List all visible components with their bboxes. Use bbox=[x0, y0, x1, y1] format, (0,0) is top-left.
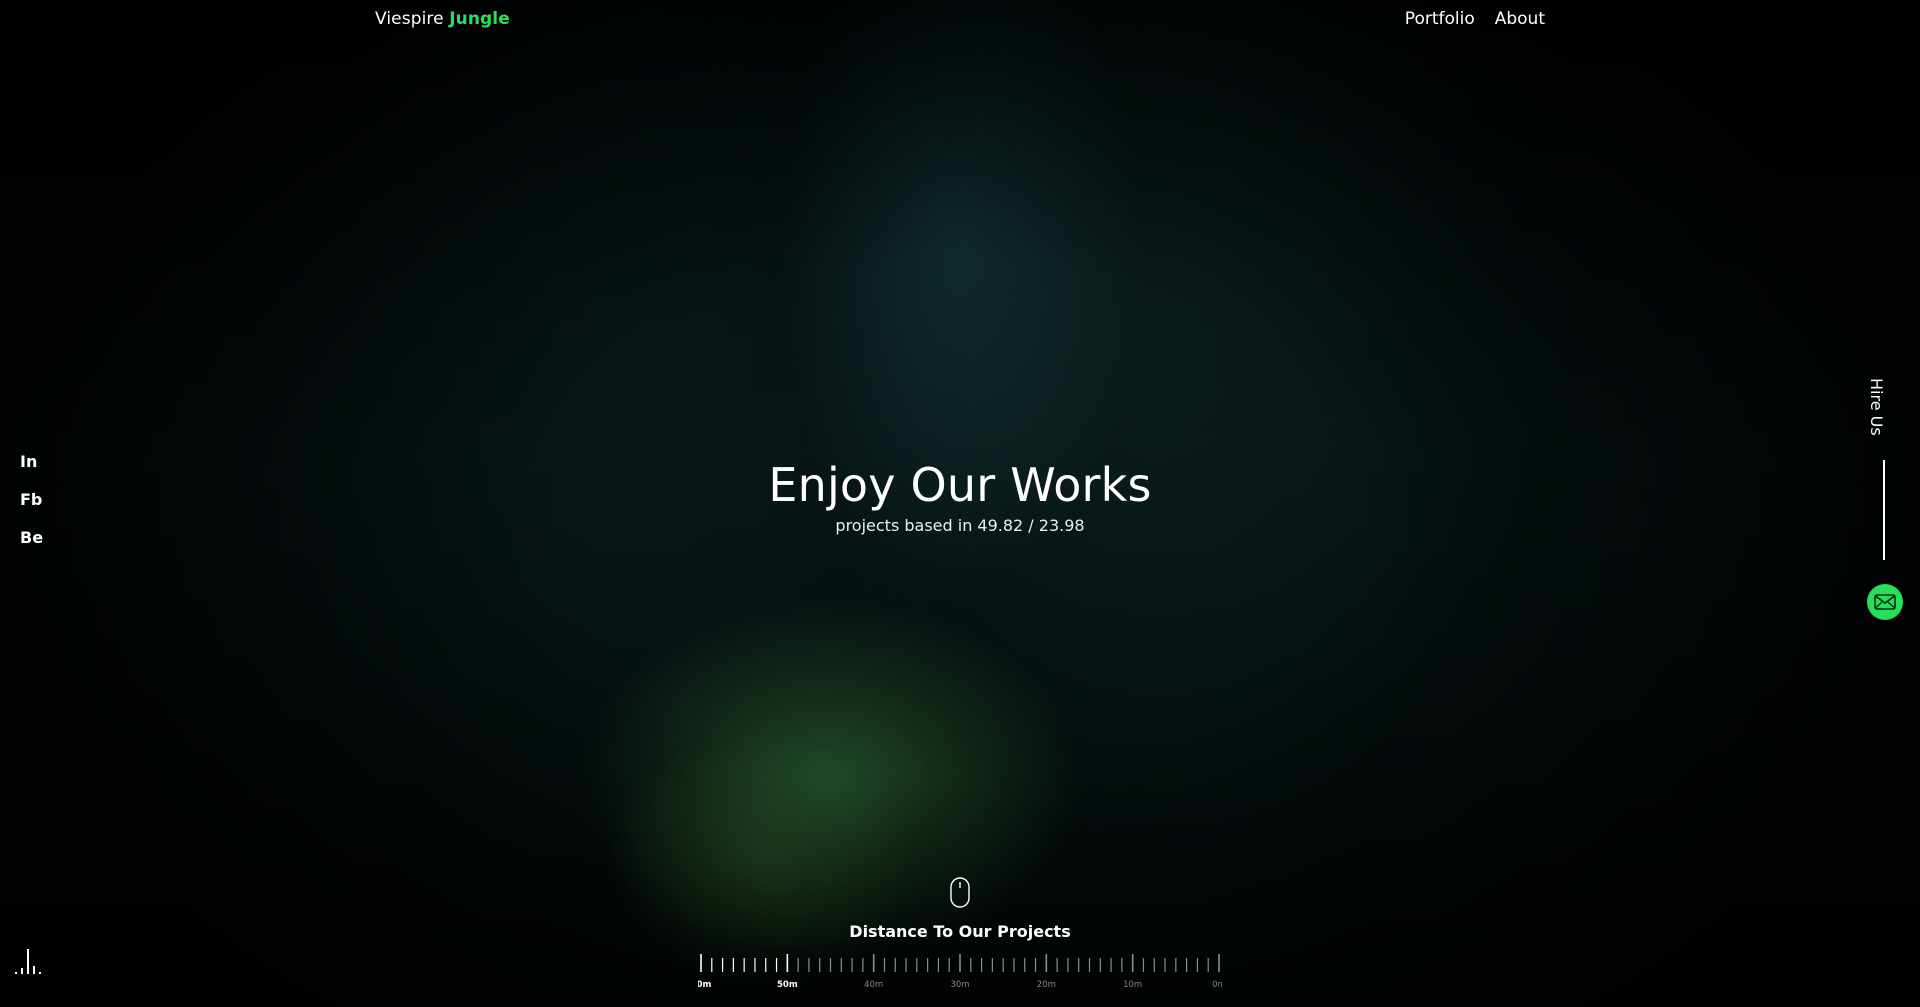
ruler-label: 20m bbox=[1037, 980, 1056, 990]
brand-name: Viespire bbox=[375, 9, 444, 29]
mail-icon bbox=[1874, 594, 1896, 610]
ruler-label: 0m bbox=[1212, 980, 1222, 990]
hire-us-line bbox=[1883, 460, 1885, 560]
hero-subtitle: projects based in 49.82 / 23.98 bbox=[835, 515, 1085, 535]
hero: Enjoy Our Works projects based in 49.82 … bbox=[0, 460, 1920, 535]
brand-logo[interactable]: Viespire Jungle bbox=[375, 9, 510, 29]
ruler-label: 50m bbox=[777, 980, 798, 990]
distance-label: Distance To Our Projects bbox=[849, 922, 1071, 941]
hire-us-link[interactable]: Hire Us bbox=[1866, 378, 1906, 562]
mouse-icon[interactable] bbox=[950, 877, 970, 908]
ruler-label: 30m bbox=[950, 980, 969, 990]
ruler-label: 40m bbox=[864, 980, 883, 990]
distance-ruler: 60m 50m 40m 30m 20m 10m 0m bbox=[698, 954, 1222, 990]
ruler-label: 60m bbox=[698, 980, 711, 990]
sound-bars-icon[interactable] bbox=[14, 946, 44, 976]
ruler-label: 10m bbox=[1123, 980, 1142, 990]
hire-us-label: Hire Us bbox=[1867, 378, 1886, 436]
nav-item-portfolio[interactable]: Portfolio bbox=[1405, 9, 1475, 29]
brand-accent: Jungle bbox=[449, 9, 510, 29]
hero-title: Enjoy Our Works bbox=[768, 458, 1152, 512]
top-nav: Portfolio About bbox=[1405, 9, 1545, 29]
nav-item-about[interactable]: About bbox=[1495, 9, 1545, 29]
mail-button[interactable] bbox=[1867, 584, 1903, 620]
